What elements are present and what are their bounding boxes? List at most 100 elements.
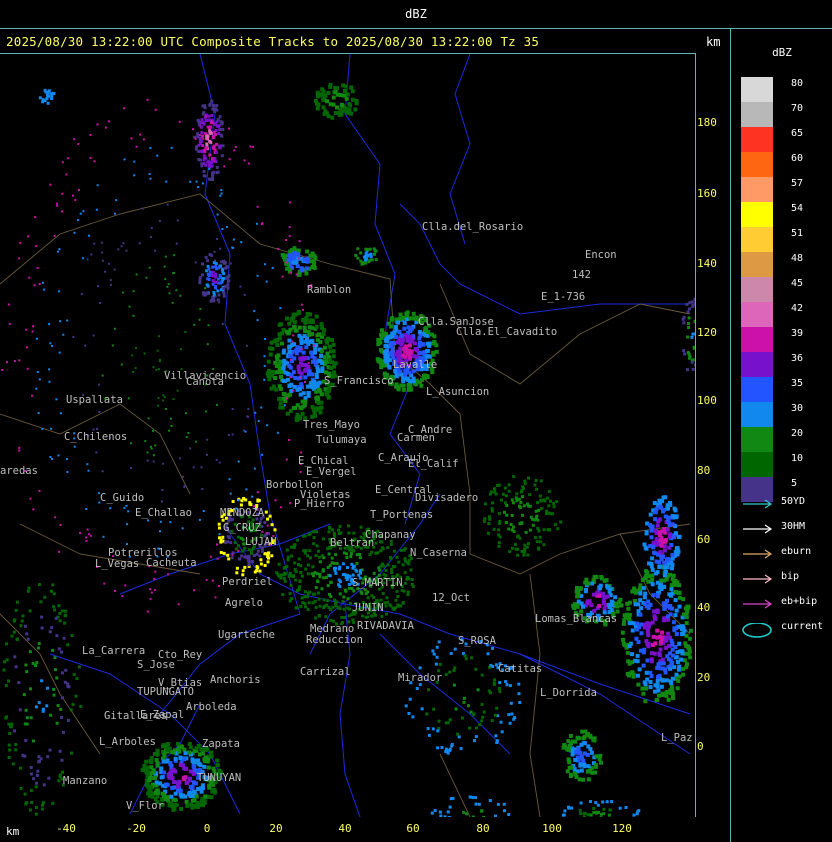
radar-echo-pixel bbox=[251, 495, 254, 498]
radar-echo-pixel bbox=[316, 102, 321, 107]
radar-echo-pixel bbox=[521, 485, 525, 489]
place-label: C_Guido bbox=[100, 492, 145, 504]
radar-echo-pixel bbox=[285, 261, 288, 264]
colorbar-label: 54 bbox=[791, 203, 804, 214]
place-label: L_Paz bbox=[661, 732, 693, 744]
radar-echo-pixel bbox=[79, 212, 82, 215]
radar-echo-pixel bbox=[667, 592, 672, 597]
radar-echo-pixel bbox=[510, 712, 514, 716]
radar-echo-pixel bbox=[98, 411, 101, 413]
radar-echo-pixel bbox=[567, 806, 571, 810]
radar-echo-pixel bbox=[270, 346, 275, 351]
radar-echo-pixel bbox=[582, 811, 586, 815]
radar-echo-pixel bbox=[656, 693, 661, 698]
radar-echo-pixel bbox=[503, 510, 506, 514]
radar-echo-pixel bbox=[601, 800, 605, 804]
radar-echo-pixel bbox=[501, 492, 505, 496]
radar-echo-pixel bbox=[351, 548, 355, 552]
place-label: L_Dorrida bbox=[540, 687, 597, 699]
radar-echo-pixel bbox=[469, 710, 473, 714]
radar-echo-pixel bbox=[449, 797, 453, 801]
radar-echo-pixel bbox=[184, 330, 187, 333]
radar-echo-pixel bbox=[661, 661, 666, 666]
radar-echo-pixel bbox=[218, 526, 221, 530]
radar-echo-pixel bbox=[213, 157, 217, 160]
radar-echo-pixel bbox=[304, 345, 309, 350]
radar-echo-pixel bbox=[166, 203, 169, 206]
radar-echo-pixel bbox=[288, 235, 291, 238]
radar-echo-pixel bbox=[397, 560, 401, 564]
radar-echo-pixel bbox=[241, 549, 245, 553]
radar-echo-pixel bbox=[509, 701, 513, 705]
radar-echo-pixel bbox=[656, 560, 661, 565]
place-label: LUJAN bbox=[245, 536, 277, 548]
radar-echo-pixel bbox=[586, 764, 591, 769]
radar-echo-pixel bbox=[234, 145, 237, 148]
radar-echo-pixel bbox=[396, 604, 400, 608]
radar-echo-pixel bbox=[355, 553, 359, 557]
radar-echo-pixel bbox=[207, 163, 211, 167]
radar-echo-pixel bbox=[478, 723, 482, 726]
radar-echo-pixel bbox=[482, 520, 486, 523]
radar-echo-pixel bbox=[157, 368, 160, 371]
radar-echo-pixel bbox=[208, 129, 212, 133]
radar-echo-pixel bbox=[429, 332, 434, 337]
radar-echo-pixel bbox=[334, 553, 338, 557]
radar-echo-pixel bbox=[22, 693, 26, 697]
radar-echo-pixel bbox=[245, 488, 248, 491]
radar-echo-pixel bbox=[287, 338, 292, 343]
radar-echo-pixel bbox=[359, 525, 363, 529]
radar-echo-pixel bbox=[468, 726, 472, 730]
radar-echo-pixel bbox=[214, 596, 217, 599]
radar-echo-pixel bbox=[224, 266, 227, 270]
radar-echo-pixel bbox=[643, 576, 648, 580]
radar-echo-pixel bbox=[217, 585, 220, 587]
radar-echo-pixel bbox=[435, 655, 439, 659]
radar-echo-pixel bbox=[381, 333, 386, 338]
radar-echo-pixel bbox=[671, 696, 676, 701]
radar-echo-pixel bbox=[310, 572, 314, 576]
radar-echo-pixel bbox=[122, 242, 125, 245]
radar-echo-pixel bbox=[579, 812, 583, 816]
radar-echo-pixel bbox=[355, 561, 359, 565]
radar-echo-pixel bbox=[45, 92, 49, 95]
radar-echo-pixel bbox=[161, 399, 164, 402]
radar-echo-pixel bbox=[209, 555, 212, 558]
place-label: S_MARTIN bbox=[352, 577, 403, 589]
place-label: L_Vegas bbox=[95, 558, 140, 570]
radar-echo-pixel bbox=[149, 147, 152, 149]
radar-echo-pixel bbox=[208, 270, 212, 274]
radar-echo-pixel bbox=[35, 387, 38, 390]
radar-echo-pixel bbox=[315, 338, 320, 343]
radar-echo-pixel bbox=[178, 788, 183, 793]
radar-echo-pixel bbox=[168, 292, 171, 295]
radar-echo-pixel bbox=[165, 180, 168, 183]
radar-echo-pixel bbox=[216, 238, 219, 240]
radar-echo-pixel bbox=[304, 316, 309, 320]
radar-echo-pixel bbox=[674, 632, 679, 637]
radar-echo-pixel bbox=[240, 554, 244, 558]
radar-echo-pixel bbox=[580, 757, 585, 762]
radar-echo-pixel bbox=[589, 603, 594, 608]
radar-echo-pixel bbox=[620, 630, 625, 635]
radar-echo-pixel bbox=[170, 146, 173, 149]
radar-echo-pixel bbox=[676, 667, 681, 672]
radar-map[interactable]: Clla.del_Rosario Encon E_1-736 142 Ramblon Cl… bbox=[0, 53, 696, 817]
radar-echo-pixel bbox=[661, 554, 666, 559]
km-unit-bottom: km bbox=[6, 825, 20, 838]
radar-echo-pixel bbox=[263, 263, 266, 266]
radar-echo-pixel bbox=[61, 161, 64, 164]
radar-echo-pixel bbox=[267, 369, 271, 373]
radar-echo-pixel bbox=[50, 589, 53, 593]
radar-echo-pixel bbox=[73, 231, 76, 234]
radar-echo-pixel bbox=[244, 498, 248, 502]
radar-echo-pixel bbox=[300, 348, 303, 351]
radar-echo-pixel bbox=[436, 729, 440, 733]
radar-echo-pixel bbox=[417, 380, 422, 385]
radar-echo-pixel bbox=[537, 547, 541, 551]
radar-echo-pixel bbox=[671, 573, 676, 578]
radar-echo-pixel bbox=[437, 640, 441, 644]
radar-echo-pixel bbox=[53, 234, 56, 237]
radar-echo-pixel bbox=[346, 110, 350, 115]
colorbar-swatch bbox=[741, 377, 773, 402]
